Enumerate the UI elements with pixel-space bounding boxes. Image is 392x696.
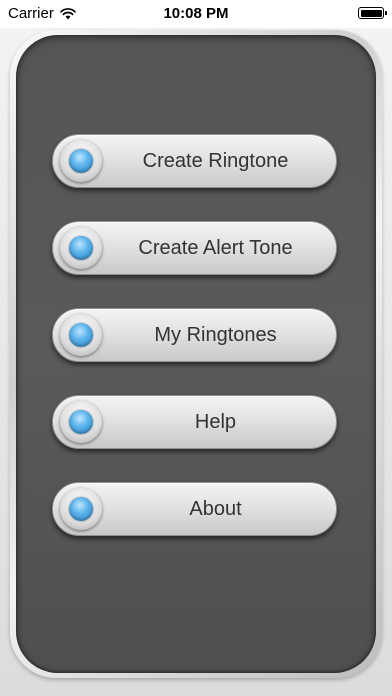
button-knob <box>60 488 102 530</box>
about-label: About <box>189 497 242 520</box>
button-knob <box>60 140 102 182</box>
led-icon <box>69 236 93 260</box>
create-alert-tone-label: Create Alert Tone <box>138 236 293 259</box>
led-icon <box>69 323 93 347</box>
battery-icon <box>358 7 387 19</box>
about-button[interactable]: About <box>52 482 337 536</box>
my-ringtones-label: My Ringtones <box>154 323 277 346</box>
status-bar: Carrier 10:08 PM <box>0 0 392 28</box>
app-screen: Carrier 10:08 PM Create Ringtone Create … <box>0 0 392 696</box>
help-button[interactable]: Help <box>52 395 337 449</box>
help-label: Help <box>194 410 237 433</box>
create-ringtone-button[interactable]: Create Ringtone <box>52 134 337 188</box>
button-knob <box>60 401 102 443</box>
button-knob <box>60 314 102 356</box>
led-icon <box>69 497 93 521</box>
create-alert-tone-button[interactable]: Create Alert Tone <box>52 221 337 275</box>
button-knob <box>60 227 102 269</box>
create-ringtone-label: Create Ringtone <box>142 149 289 172</box>
my-ringtones-button[interactable]: My Ringtones <box>52 308 337 362</box>
led-icon <box>69 410 93 434</box>
led-icon <box>69 149 93 173</box>
status-time: 10:08 PM <box>163 5 229 22</box>
